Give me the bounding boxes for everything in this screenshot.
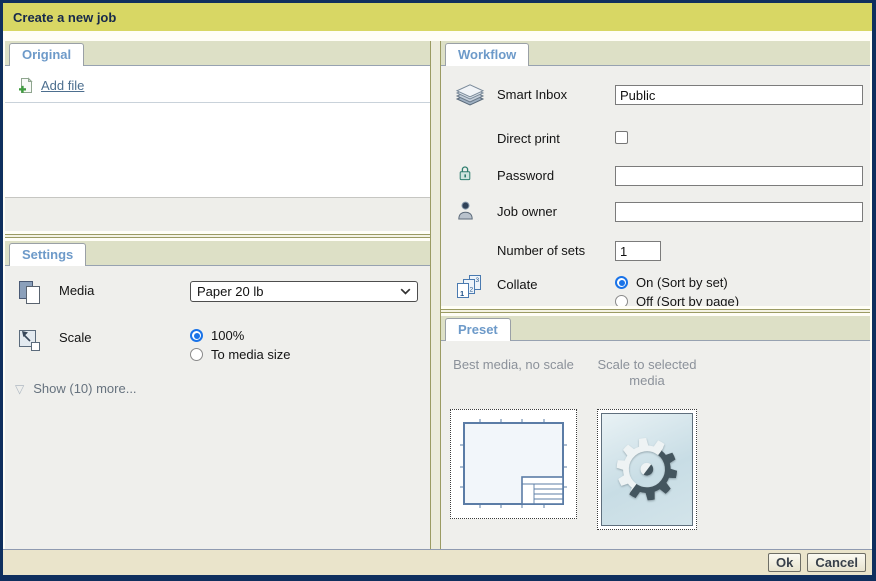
gear-image: ⚙ ⚙ [601,413,693,526]
tab-original[interactable]: Original [9,43,84,66]
radio-icon[interactable] [190,348,203,361]
dialog-body: Original Add file [3,31,872,549]
collate-row: 3 2 1 Collate On (Sort by set) [450,274,865,306]
collate-option-label: Off (Sort by page) [636,294,739,306]
original-tab-row: Original [5,41,430,66]
media-select-value: Paper 20 lb [197,284,264,299]
number-of-sets-input[interactable] [615,241,661,261]
password-row: Password [450,165,865,186]
job-owner-label: Job owner [497,201,615,219]
scale-option-100[interactable]: 100% [190,328,422,343]
person-icon [450,201,497,225]
chevron-down-icon [400,288,411,295]
lock-icon [450,165,497,186]
preset-thumbnail-best-media[interactable] [450,409,577,519]
scale-option-label: 100% [211,328,244,343]
create-job-dialog: Create a new job Original [0,0,876,581]
job-owner-row: Job owner [450,201,865,225]
vertical-divider [430,41,441,549]
add-file-icon [17,77,34,94]
preset-thumbnail-scale-to-media[interactable]: ⚙ ⚙ [597,409,697,530]
tab-workflow[interactable]: Workflow [445,43,529,66]
direct-print-checkbox[interactable] [615,131,628,144]
preset-label: Best media, no scale [450,357,577,395]
ok-button[interactable]: Ok [768,553,801,572]
preset-tab-row: Preset [441,316,870,341]
password-label: Password [497,165,615,183]
password-input[interactable] [615,166,863,186]
smart-inbox-label: Smart Inbox [497,84,615,102]
collate-label: Collate [497,274,615,292]
scale-label: Scale [59,327,190,345]
media-select[interactable]: Paper 20 lb [190,281,418,302]
cancel-button[interactable]: Cancel [807,553,866,572]
settings-tab-row: Settings [5,241,430,266]
preset-item-scale-to-media: Scale to selected media ⚙ ⚙ [591,357,703,549]
radio-icon[interactable] [615,276,628,289]
direct-print-label: Direct print [497,128,615,146]
media-icon [13,280,59,312]
collate-option-off[interactable]: Off (Sort by page) [615,294,865,306]
collate-icon: 3 2 1 [450,274,497,306]
tab-settings[interactable]: Settings [9,243,86,266]
svg-text:2: 2 [470,287,474,294]
number-of-sets-label: Number of sets [497,240,615,258]
left-column: Original Add file [5,41,430,549]
collate-option-label: On (Sort by set) [636,275,728,290]
horizontal-divider [5,234,430,238]
preset-panel: Best media, no scale [441,341,870,549]
media-row: Media Paper 20 lb [13,280,422,312]
workflow-tab-row: Workflow [441,41,870,66]
smart-inbox-row: Smart Inbox [450,84,865,113]
horizontal-divider [441,309,870,313]
dialog-titlebar: Create a new job [3,3,872,31]
svg-text:3: 3 [476,277,480,284]
dialog-title: Create a new job [13,10,116,25]
smart-inbox-icon [450,84,497,113]
svg-text:1: 1 [460,289,464,298]
preset-item-best-media: Best media, no scale [450,357,577,549]
radio-icon[interactable] [190,329,203,342]
dialog-footer: Ok Cancel [3,549,872,575]
radio-icon[interactable] [615,295,628,306]
original-panel: Add file [5,66,430,197]
workflow-panel: Smart Inbox Direct print [441,66,870,306]
right-column: Workflow Smart Inbox [441,41,870,549]
add-file-row[interactable]: Add file [5,75,430,103]
smart-inbox-input[interactable] [615,85,863,105]
direct-print-row: Direct print [450,128,865,146]
scale-option-label: To media size [211,347,290,362]
triangle-down-icon: ▽ [15,383,24,395]
scale-row: Scale 100% To media size [13,327,422,366]
show-more-link[interactable]: ▽ Show (10) more... [15,381,422,396]
preset-label: Scale to selected media [591,357,703,395]
media-label: Media [59,280,190,298]
add-file-link[interactable]: Add file [41,78,84,93]
settings-panel: Media Paper 20 lb [5,266,430,549]
job-owner-input[interactable] [615,202,863,222]
number-of-sets-row: Number of sets [450,240,865,261]
scale-icon [13,327,59,359]
tab-preset[interactable]: Preset [445,318,511,341]
show-more-label: Show (10) more... [33,381,136,396]
scale-option-to-media-size[interactable]: To media size [190,347,422,362]
drawing-frame-image [456,417,571,511]
collate-option-on[interactable]: On (Sort by set) [615,275,865,290]
original-footer-strip [5,197,430,231]
